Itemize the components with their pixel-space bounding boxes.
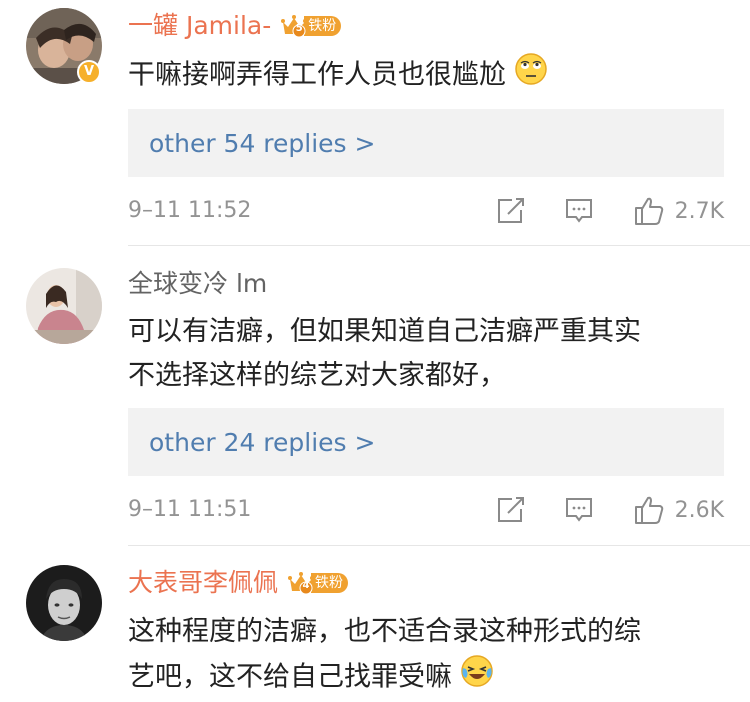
laugh-cry-emoji-icon	[460, 654, 494, 702]
share-icon[interactable]	[496, 197, 526, 225]
comment-line: 可以有洁癖，但如果知道自己洁癖严重其实	[128, 316, 641, 347]
timestamp: 9–11 11:51	[128, 497, 252, 522]
crown-icon: 4	[288, 571, 315, 595]
like-button[interactable]: 2.6K	[633, 493, 724, 527]
verified-badge-icon: V	[77, 60, 101, 84]
fan-label: 铁粉	[311, 573, 349, 593]
fan-level: 5	[295, 23, 303, 34]
like-count: 2.6K	[674, 497, 724, 523]
more-replies-button[interactable]: other 54 replies >	[128, 109, 724, 177]
thumbs-up-icon	[634, 496, 663, 524]
fan-level: 4	[302, 580, 310, 591]
fan-badge: 4 铁粉	[288, 571, 349, 595]
comment-text: 干嘛接啊弄得工作人员也很尴尬	[128, 52, 728, 100]
username[interactable]: 一罐 Jamila-	[128, 9, 271, 43]
username-row: 一罐 Jamila- 5 铁粉	[128, 9, 342, 43]
comment-icon[interactable]	[564, 496, 594, 524]
thumbs-up-icon	[634, 197, 663, 225]
fan-badge: 5 铁粉	[281, 14, 342, 38]
comment-line: 艺吧，这不给自己找罪受嘛	[128, 661, 452, 693]
comment-line: 干嘛接啊弄得工作人员也很尴尬	[128, 59, 506, 91]
username-row: 全球变冷 lm	[128, 267, 267, 301]
comment-line: 这种程度的洁癖，也不适合录这种形式的综	[128, 616, 641, 647]
comment-text: 可以有洁癖，但如果知道自己洁癖严重其实 不选择这样的综艺对大家都好，	[128, 310, 728, 398]
comment-text: 这种程度的洁癖，也不适合录这种形式的综 艺吧，这不给自己找罪受嘛	[128, 610, 728, 702]
avatar[interactable]	[26, 565, 102, 641]
username[interactable]: 大表哥李佩佩	[128, 566, 278, 600]
like-count: 2.7K	[674, 198, 724, 224]
comment-meta: 9–11 11:51 2.6K	[128, 493, 724, 527]
divider	[128, 545, 750, 546]
comment-meta: 9–11 11:52 2.7K	[128, 194, 724, 228]
timestamp: 9–11 11:52	[128, 198, 252, 223]
eye-roll-emoji-icon	[514, 52, 548, 100]
share-icon[interactable]	[496, 496, 526, 524]
comment-line: 不选择这样的综艺对大家都好，	[128, 360, 506, 391]
more-replies-button[interactable]: other 24 replies >	[128, 408, 724, 476]
username[interactable]: 全球变冷 lm	[128, 267, 267, 301]
divider	[128, 245, 750, 246]
crown-icon: 5	[281, 14, 308, 38]
like-button[interactable]: 2.7K	[633, 194, 724, 228]
username-row: 大表哥李佩佩 4 铁粉	[128, 566, 349, 600]
fan-label: 铁粉	[304, 16, 342, 36]
comment-icon[interactable]	[564, 197, 594, 225]
avatar[interactable]	[26, 268, 102, 344]
